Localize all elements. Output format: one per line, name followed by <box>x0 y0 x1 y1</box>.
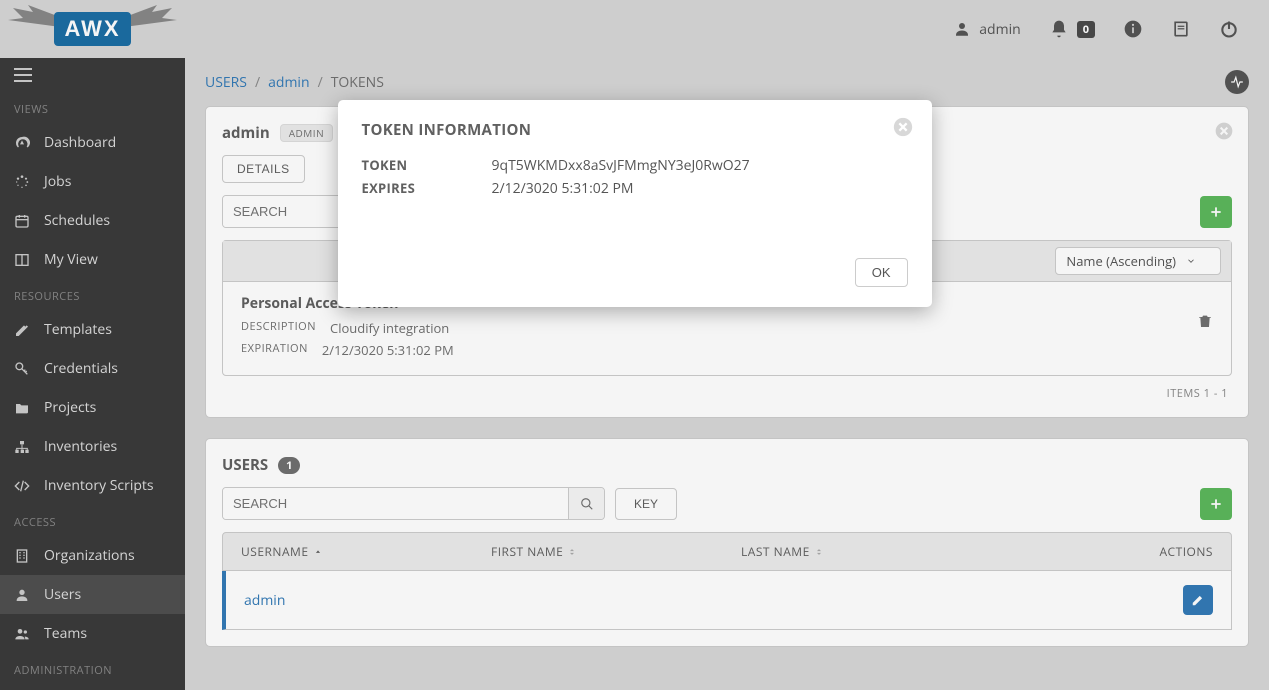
modal-ok-button[interactable]: OK <box>855 258 908 287</box>
modal-token-value: 9qT5WKMDxx8aSvJFMmgNY3eJ0RwO27 <box>492 156 750 175</box>
modal-expires-value: 2/12/3020 5:31:02 PM <box>492 179 634 198</box>
modal-token-label: TOKEN <box>362 156 492 175</box>
modal-title: TOKEN INFORMATION <box>362 120 908 140</box>
modal-expires-label: EXPIRES <box>362 179 492 198</box>
token-info-modal: TOKEN INFORMATION TOKEN 9qT5WKMDxx8aSvJF… <box>338 100 932 307</box>
modal-close-button[interactable] <box>892 116 914 138</box>
close-circle-icon <box>892 116 914 138</box>
